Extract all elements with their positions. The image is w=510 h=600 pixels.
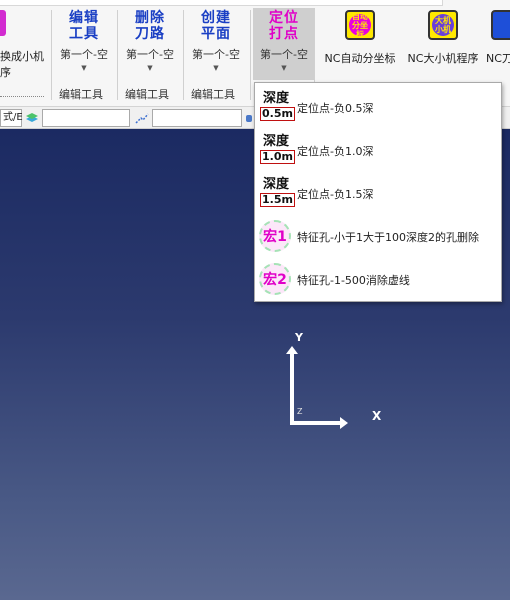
y-axis-label: Y — [295, 331, 303, 344]
separator — [183, 10, 184, 100]
ribbon-tab-strip — [0, 0, 510, 6]
mode-combo[interactable]: 式/E — [0, 109, 23, 127]
separator — [117, 10, 118, 100]
line-style-input[interactable] — [152, 109, 242, 127]
depth-icon: 深度 1.0m — [260, 134, 295, 166]
layer-icon[interactable] — [24, 110, 40, 126]
layer-input[interactable] — [42, 109, 130, 127]
delete-toolpath-title: 删除 刀路 — [135, 10, 165, 42]
delete-toolpath-subtitle: 第一个-空 — [126, 48, 174, 61]
ribbon-tab-selected[interactable] — [442, 0, 510, 6]
nc-auto-split-icon: 自动 分坐标 — [345, 10, 375, 40]
depth-icon-title: 深度 — [262, 177, 289, 192]
menu-item-macro-2[interactable]: 宏2 特征孔-1-500消除虚线 — [255, 259, 501, 299]
nc-tool-icon — [491, 10, 510, 40]
chevron-down-icon[interactable]: ▼ — [119, 64, 181, 72]
depth-icon-title: 深度 — [262, 134, 289, 149]
nc-big-small-label: NC大小机程序 — [407, 52, 479, 65]
separator — [51, 10, 52, 100]
nc-big-small-machine-button[interactable]: 大机 小机 NC大小机程序 — [403, 10, 483, 66]
depth-icon-value: 1.5m — [260, 193, 295, 207]
z-axis-label: Z — [297, 407, 303, 416]
create-plane-subtitle: 第一个-空 — [192, 48, 240, 61]
edit-tool-title: 编辑 工具 — [69, 10, 99, 42]
chevron-down-icon[interactable]: ▼ — [253, 64, 315, 72]
nc-big-small-icon-text: 大机 小机 — [435, 16, 451, 34]
menu-item-label: 定位点-负1.5深 — [297, 188, 374, 201]
menu-item-depth-1-0[interactable]: 深度 1.0m 定位点-负1.0深 — [255, 130, 501, 170]
locate-point-dropdown: 深度 0.5m 定位点-负0.5深 深度 1.0m 定位点-负1.0深 深度 1… — [254, 82, 502, 302]
menu-item-label: 特征孔-小于1大于100深度2的孔删除 — [297, 231, 479, 244]
nc-tool-button[interactable]: NC刀 — [486, 10, 510, 66]
menu-item-depth-0-5[interactable]: 深度 0.5m 定位点-负0.5深 — [255, 87, 501, 127]
depth-icon-value: 0.5m — [260, 107, 295, 121]
menu-item-depth-1-5[interactable]: 深度 1.5m 定位点-负1.5深 — [255, 173, 501, 213]
group-divider — [0, 96, 44, 100]
menu-item-macro-1[interactable]: 宏1 特征孔-小于1大于100深度2的孔删除 — [255, 216, 501, 256]
chevron-down-icon[interactable]: ▼ — [185, 64, 247, 72]
macro-1-icon: 宏1 — [259, 220, 291, 252]
macro-2-icon: 宏2 — [259, 263, 291, 295]
depth-icon-value: 1.0m — [260, 150, 295, 164]
group-label: 编辑工具 — [125, 88, 169, 101]
line-style-icon[interactable] — [134, 110, 150, 126]
separator — [250, 10, 251, 100]
edit-tool-subtitle: 第一个-空 — [60, 48, 108, 61]
menu-item-label: 定位点-负1.0深 — [297, 145, 374, 158]
locate-point-title: 定位 打点 — [269, 10, 299, 42]
convert-icon — [0, 10, 6, 36]
group-label: 编辑工具 — [59, 88, 103, 101]
nc-auto-split-coords-button[interactable]: 自动 分坐标 NC自动分坐标 — [320, 10, 400, 66]
locate-point-button[interactable]: 定位 打点 第一个-空 ▼ — [253, 8, 315, 80]
depth-icon-title: 深度 — [262, 91, 289, 106]
create-plane-button[interactable]: 创建 平面 第一个-空 ▼ — [185, 10, 247, 80]
ribbon-button-label: 序 — [0, 66, 11, 79]
group-label: 编辑工具 — [191, 88, 235, 101]
menu-item-label: 特征孔-1-500消除虚线 — [297, 274, 410, 287]
menu-item-label: 定位点-负0.5深 — [297, 102, 374, 115]
depth-icon: 深度 0.5m — [260, 91, 295, 123]
chevron-down-icon[interactable]: ▼ — [53, 64, 115, 72]
depth-icon: 深度 1.5m — [260, 177, 295, 209]
nc-auto-split-label: NC自动分坐标 — [324, 52, 396, 65]
ribbon-button-label: 换成小机 — [0, 50, 44, 63]
locate-point-subtitle: 第一个-空 — [260, 48, 308, 61]
nc-big-small-icon: 大机 小机 — [428, 10, 458, 40]
delete-toolpath-button[interactable]: 删除 刀路 第一个-空 ▼ — [119, 10, 181, 80]
color-icon[interactable] — [245, 110, 253, 126]
create-plane-title: 创建 平面 — [201, 10, 231, 42]
nc-tool-label: NC刀 — [486, 52, 510, 65]
x-axis-label: X — [372, 409, 382, 423]
nc-auto-split-icon-text: 自动 分坐标 — [352, 11, 368, 39]
edit-tool-button[interactable]: 编辑 工具 第一个-空 ▼ — [53, 10, 115, 80]
